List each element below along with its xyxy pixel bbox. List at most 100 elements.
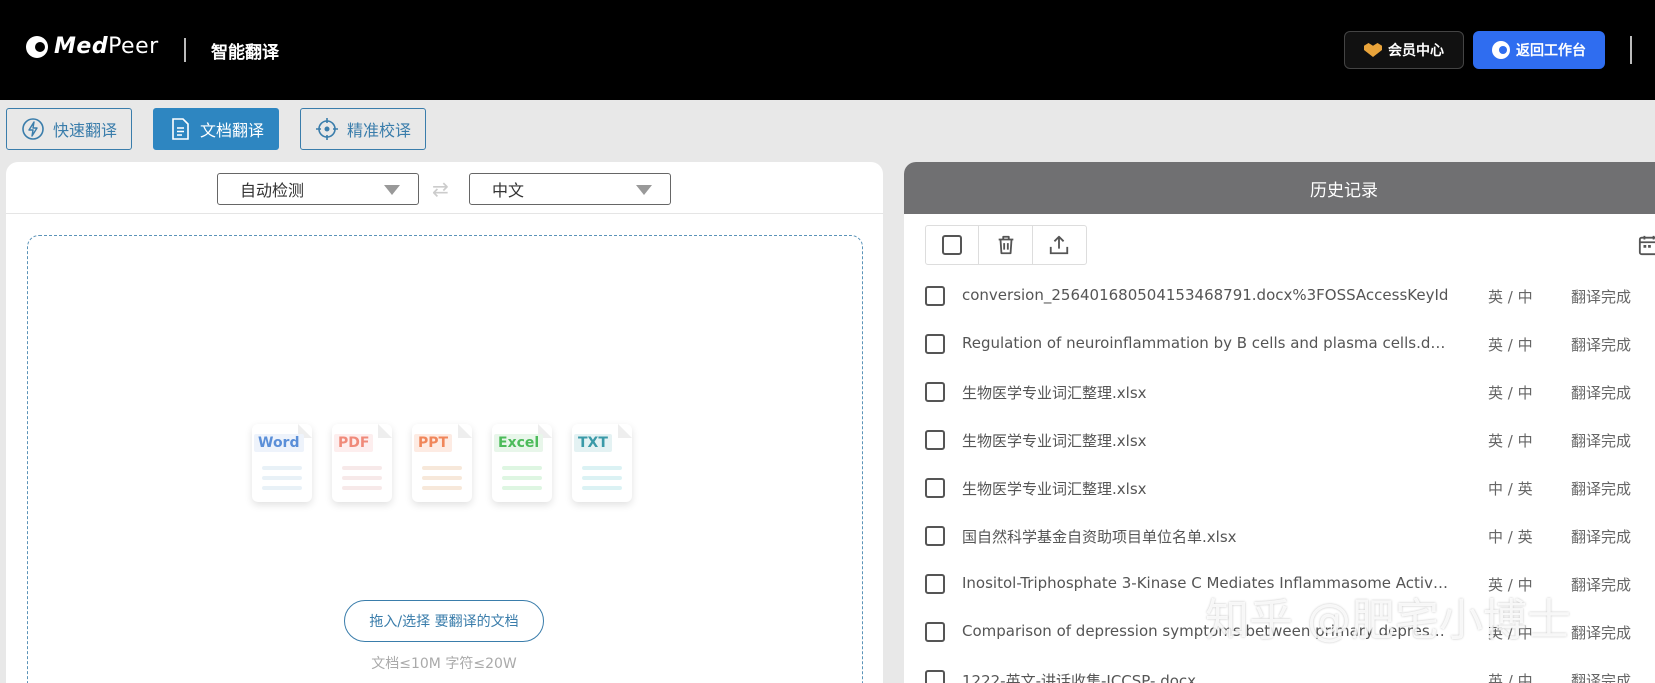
- row-checkbox[interactable]: [925, 526, 945, 546]
- calendar-icon[interactable]: [1638, 234, 1655, 256]
- file-line: [262, 476, 302, 480]
- row-checkbox[interactable]: [925, 334, 945, 354]
- history-row[interactable]: 生物医学专业词汇整理.xlsx 英 / 中 翻译完成: [904, 369, 1655, 415]
- status-label: 翻译完成: [1571, 672, 1632, 683]
- history-row[interactable]: Inositol-Triphosphate 3-Kinase C Mediate…: [904, 561, 1655, 607]
- logo-text-bold: Med: [54, 34, 109, 59]
- status-label: 翻译完成: [1571, 432, 1632, 450]
- history-title: 历史记录: [1310, 180, 1378, 201]
- document-icon: [168, 117, 192, 141]
- row-checkbox[interactable]: [925, 382, 945, 402]
- file-type-word-icon: Word: [252, 424, 312, 502]
- history-row[interactable]: 国自然科学基金自资助项目单位名单.xlsx 中 / 英 翻译完成: [904, 513, 1655, 559]
- file-line: [422, 476, 462, 480]
- status-label: 翻译完成: [1571, 384, 1632, 402]
- history-row[interactable]: Comparison of depression symptoms betwee…: [904, 609, 1655, 655]
- file-line: [502, 466, 542, 470]
- history-toolbar: [925, 225, 1087, 265]
- medpeer-icon: [1492, 41, 1510, 59]
- medpeer-logo[interactable]: MedPeer: [26, 34, 159, 59]
- history-panel: 历史记录 conversion_256401680504153468791.do…: [904, 162, 1655, 683]
- row-checkbox[interactable]: [925, 286, 945, 306]
- row-checkbox[interactable]: [925, 622, 945, 642]
- status-label: 翻译完成: [1571, 480, 1632, 498]
- file-line: [502, 476, 542, 480]
- file-type-excel-icon: Excel: [492, 424, 552, 502]
- member-center-button[interactable]: 会员中心: [1344, 31, 1464, 69]
- file-name: 生物医学专业词汇整理.xlsx: [962, 480, 1147, 498]
- target-language-select[interactable]: 中文: [469, 173, 671, 205]
- trash-icon: [998, 235, 1013, 255]
- header-divider: [184, 38, 186, 62]
- tab-precise-proofread[interactable]: 精准校译: [300, 108, 426, 150]
- file-line: [342, 486, 382, 490]
- crown-icon: [1364, 43, 1382, 57]
- file-name: 1222-英文-讲话收集-JCCSP-.docx: [962, 672, 1197, 683]
- chevron-down-icon: [636, 185, 652, 195]
- member-center-label: 会员中心: [1388, 43, 1444, 59]
- file-name: conversion_256401680504153468791.docx%3F…: [962, 286, 1449, 304]
- tab-quick-translate[interactable]: 快速翻译: [6, 108, 132, 150]
- select-file-button[interactable]: 拖入/选择 要翻译的文档: [344, 600, 544, 642]
- file-type-label: PDF: [334, 434, 374, 452]
- language-pair: 英 / 中: [1488, 384, 1533, 402]
- file-type-label: PPT: [414, 434, 453, 452]
- history-row[interactable]: 生物医学专业词汇整理.xlsx 中 / 英 翻译完成: [904, 465, 1655, 511]
- file-line: [422, 466, 462, 470]
- history-row[interactable]: 1222-英文-讲话收集-JCCSP-.docx 英 / 中 翻译完成: [904, 657, 1655, 683]
- select-all-checkbox[interactable]: [926, 226, 980, 264]
- status-label: 翻译完成: [1571, 336, 1632, 354]
- file-type-ppt-icon: PPT: [412, 424, 472, 502]
- delete-button[interactable]: [979, 226, 1033, 264]
- file-line: [582, 476, 622, 480]
- language-pair: 英 / 中: [1488, 288, 1533, 306]
- row-checkbox[interactable]: [925, 574, 945, 594]
- language-pair: 英 / 中: [1488, 432, 1533, 450]
- language-pair: 英 / 中: [1488, 672, 1533, 683]
- file-type-txt-icon: TXT: [572, 424, 632, 502]
- swap-languages-icon[interactable]: ⇄: [432, 177, 449, 201]
- row-checkbox[interactable]: [925, 430, 945, 450]
- language-pair: 中 / 英: [1488, 480, 1533, 498]
- medpeer-logo-icon: [26, 35, 48, 58]
- file-line: [582, 466, 622, 470]
- file-line: [262, 466, 302, 470]
- tab-document-translate[interactable]: 文档翻译: [153, 108, 279, 150]
- source-language-select[interactable]: 自动检测: [217, 173, 419, 205]
- file-type-pdf-icon: PDF: [332, 424, 392, 502]
- status-label: 翻译完成: [1571, 528, 1632, 546]
- history-row[interactable]: 生物医学专业词汇整理.xlsx 英 / 中 翻译完成: [904, 417, 1655, 463]
- row-checkbox[interactable]: [925, 478, 945, 498]
- upload-icon: [1050, 235, 1069, 255]
- history-header: 历史记录: [904, 162, 1655, 214]
- file-type-label: TXT: [574, 434, 612, 452]
- chevron-down-icon: [384, 185, 400, 195]
- file-line: [342, 476, 382, 480]
- status-label: 翻译完成: [1571, 624, 1632, 642]
- language-pair: 中 / 英: [1488, 528, 1533, 546]
- language-pair: 英 / 中: [1488, 624, 1533, 642]
- header-divider-right: [1630, 36, 1632, 64]
- source-language-value: 自动检测: [240, 181, 305, 200]
- file-name: Inositol-Triphosphate 3-Kinase C Mediate…: [962, 574, 1452, 592]
- export-button[interactable]: [1033, 226, 1086, 264]
- file-line: [502, 486, 542, 490]
- file-name: 生物医学专业词汇整理.xlsx: [962, 384, 1147, 402]
- file-name: 国自然科学基金自资助项目单位名单.xlsx: [962, 528, 1237, 546]
- row-checkbox[interactable]: [925, 670, 945, 683]
- file-name: 生物医学专业词汇整理.xlsx: [962, 432, 1147, 450]
- history-row[interactable]: Regulation of neuroinflammation by B cel…: [904, 321, 1655, 367]
- lightning-icon: [21, 117, 45, 141]
- crosshair-icon: [315, 117, 339, 141]
- status-label: 翻译完成: [1571, 288, 1632, 306]
- file-line: [582, 486, 622, 490]
- return-workspace-button[interactable]: 返回工作台: [1473, 31, 1605, 69]
- file-name: Regulation of neuroinflammation by B cel…: [962, 334, 1452, 352]
- file-line: [262, 486, 302, 490]
- history-row[interactable]: conversion_256401680504153468791.docx%3F…: [904, 273, 1655, 319]
- file-type-label: Excel: [494, 434, 544, 452]
- file-line: [422, 486, 462, 490]
- file-type-label: Word: [254, 434, 304, 452]
- language-pair: 英 / 中: [1488, 576, 1533, 594]
- page-title: 智能翻译: [211, 43, 279, 63]
